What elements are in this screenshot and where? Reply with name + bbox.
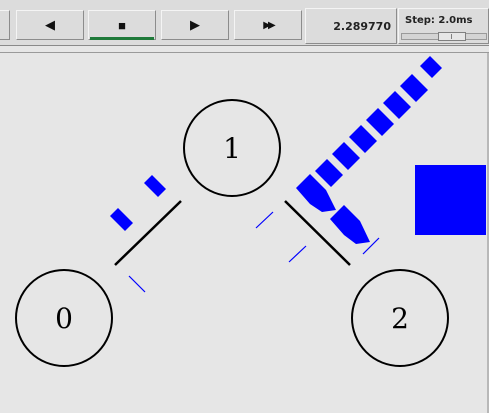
step-label: Step: 2.0ms <box>405 15 473 26</box>
stop-button[interactable]: ■ <box>88 10 156 40</box>
stop-icon: ■ <box>118 17 126 33</box>
play-button[interactable]: ▶ <box>161 10 229 40</box>
packet <box>383 91 411 119</box>
time-readout: 2.289770 <box>305 8 397 44</box>
animation-toolbar: ◀ ■ ▶ ▶▶ 2.289770 Step: 2.0ms <box>0 0 489 46</box>
link-0-1 <box>114 200 182 266</box>
step-slider-thumb[interactable] <box>438 32 466 41</box>
node-0[interactable]: 0 <box>15 269 113 367</box>
play-icon: ▶ <box>190 17 200 32</box>
packet <box>110 208 133 231</box>
packet <box>330 205 370 244</box>
rewind-icon: ◀ <box>45 17 55 32</box>
rewind-button[interactable]: ◀ <box>16 10 84 40</box>
ack-tick <box>128 275 146 293</box>
packet <box>420 56 442 78</box>
ack-tick <box>288 245 307 263</box>
node-label: 2 <box>391 302 409 335</box>
fast-forward-button[interactable]: ▶▶ <box>234 10 302 40</box>
ack-tick <box>255 211 274 229</box>
network-scene: 1 0 2 <box>15 56 486 367</box>
step-slider[interactable] <box>401 32 487 41</box>
step-panel: Step: 2.0ms <box>398 8 489 44</box>
toolbar-edge <box>0 10 10 40</box>
time-value: 2.289770 <box>333 19 391 33</box>
packet <box>400 74 428 102</box>
packet <box>366 108 394 136</box>
queue-block <box>415 165 486 235</box>
fast-forward-icon: ▶▶ <box>263 19 276 31</box>
packet <box>332 142 360 170</box>
node-1[interactable]: 1 <box>183 99 281 197</box>
node-label: 0 <box>55 302 73 335</box>
packet <box>349 125 377 153</box>
node-2[interactable]: 2 <box>351 269 449 367</box>
packet <box>144 175 166 197</box>
node-label: 1 <box>223 132 241 165</box>
network-animation-canvas[interactable]: 1 0 2 <box>0 53 489 413</box>
packet <box>315 159 343 187</box>
